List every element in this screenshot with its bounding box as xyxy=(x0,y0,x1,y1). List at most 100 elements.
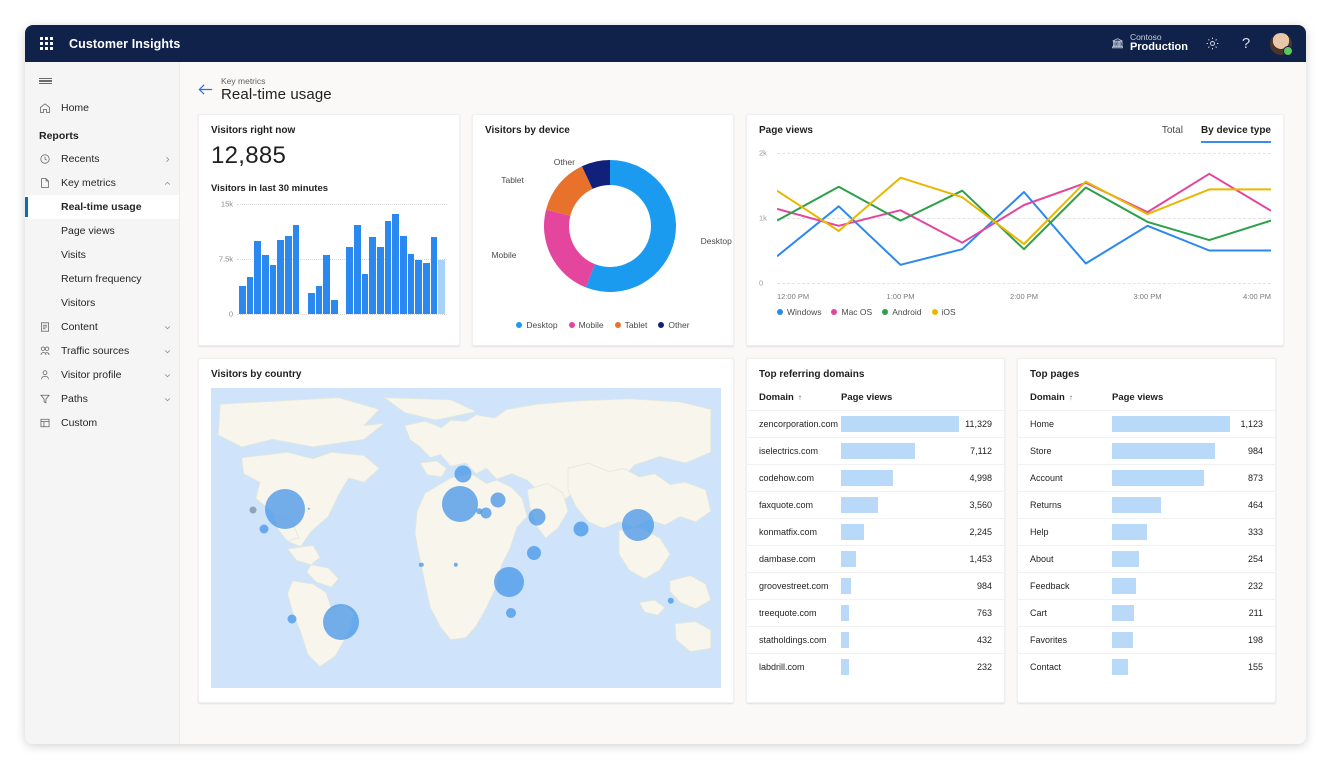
bar[interactable] xyxy=(285,236,292,314)
bar[interactable] xyxy=(262,255,269,314)
bar[interactable] xyxy=(407,253,415,314)
sidebar-item-custom[interactable]: Custom xyxy=(25,411,179,435)
column-header-domain[interactable]: Domain ↑ xyxy=(747,386,841,411)
gear-icon[interactable] xyxy=(1202,34,1222,54)
app-launcher-icon[interactable] xyxy=(33,31,59,57)
table-row[interactable]: Home 1,123 xyxy=(1018,410,1275,438)
bar[interactable] xyxy=(246,277,254,314)
sidebar-item-paths[interactable]: Paths xyxy=(25,387,179,411)
bar[interactable] xyxy=(415,260,423,314)
bar[interactable] xyxy=(438,260,446,314)
map-bubble[interactable] xyxy=(249,506,257,514)
help-icon[interactable]: ? xyxy=(1236,34,1256,54)
bar[interactable] xyxy=(254,240,262,314)
map-bubble[interactable] xyxy=(622,508,655,541)
table-row[interactable]: groovestreet.com 984 xyxy=(747,572,1004,600)
bar[interactable] xyxy=(354,225,361,314)
map-bubble[interactable] xyxy=(526,546,541,560)
map-bubble[interactable] xyxy=(454,465,472,483)
bar[interactable] xyxy=(323,254,331,314)
sidebar-item-real-time-usage[interactable]: Real-time usage xyxy=(25,195,179,219)
sidebar-item-home[interactable]: Home xyxy=(25,96,179,120)
sidebar-item-page-views[interactable]: Page views xyxy=(25,219,179,243)
table-row[interactable]: faxquote.com 3,560 xyxy=(747,491,1004,519)
bar[interactable] xyxy=(384,220,392,314)
bar[interactable] xyxy=(277,239,285,314)
tab-by-device-type[interactable]: By device type xyxy=(1200,125,1271,143)
map-bubble[interactable] xyxy=(322,604,359,640)
legend-item-ios[interactable]: iOS xyxy=(931,307,956,317)
bar[interactable] xyxy=(269,264,277,314)
table-row[interactable]: Help 333 xyxy=(1018,518,1275,546)
table-row[interactable]: iselectrics.com 7,112 xyxy=(747,437,1004,465)
map-bubble[interactable] xyxy=(441,485,478,522)
line-series-windows[interactable] xyxy=(777,192,1271,265)
map-bubble[interactable] xyxy=(573,521,589,537)
table-row[interactable]: Store 984 xyxy=(1018,437,1275,465)
map-bubble[interactable] xyxy=(505,608,516,618)
sidebar-item-visits[interactable]: Visits xyxy=(25,243,179,267)
legend-item-windows[interactable]: Windows xyxy=(777,307,821,317)
hamburger-menu-icon[interactable] xyxy=(25,66,179,96)
bar[interactable] xyxy=(346,246,354,314)
table-row[interactable]: zencorporation.com 11,329 xyxy=(747,410,1004,438)
sidebar-item-visitor-profile[interactable]: Visitor profile xyxy=(25,363,179,387)
table-row[interactable]: labdrill.com 232 xyxy=(747,653,1004,681)
bar[interactable] xyxy=(369,237,377,314)
user-avatar[interactable] xyxy=(1270,32,1293,56)
bar[interactable] xyxy=(308,292,315,314)
table-row[interactable]: dambase.com 1,453 xyxy=(747,545,1004,573)
legend-item-mac-os[interactable]: Mac OS xyxy=(831,307,872,317)
table-row[interactable]: Returns 464 xyxy=(1018,491,1275,519)
map-bubble[interactable] xyxy=(287,614,297,624)
bar[interactable] xyxy=(377,247,384,314)
map-bubble[interactable] xyxy=(490,492,506,508)
table-row[interactable]: codehow.com 4,998 xyxy=(747,464,1004,492)
line-series-mac-os[interactable] xyxy=(777,174,1271,243)
table-row[interactable]: Favorites 198 xyxy=(1018,626,1275,654)
bar[interactable] xyxy=(239,286,246,314)
table-row[interactable]: About 254 xyxy=(1018,545,1275,573)
legend-item-other[interactable]: Other xyxy=(658,320,690,330)
table-row[interactable]: Contact 155 xyxy=(1018,653,1275,681)
column-header-domain[interactable]: Domain ↑ xyxy=(1018,386,1112,411)
sidebar-item-traffic-sources[interactable]: Traffic sources xyxy=(25,339,179,363)
donut-slice-mobile[interactable] xyxy=(544,209,595,288)
sidebar-item-recents[interactable]: Recents xyxy=(25,147,179,171)
legend-item-android[interactable]: Android xyxy=(882,307,922,317)
table-row[interactable]: treequote.com 763 xyxy=(747,599,1004,627)
map-bubble[interactable] xyxy=(259,524,269,534)
map-bubble[interactable] xyxy=(480,507,492,518)
legend-item-mobile[interactable]: Mobile xyxy=(568,320,604,330)
back-arrow-icon[interactable] xyxy=(198,83,213,96)
table-row[interactable]: Account 873 xyxy=(1018,464,1275,492)
table-row[interactable]: konmatfix.com 2,245 xyxy=(747,518,1004,546)
world-map[interactable] xyxy=(211,388,721,688)
table-row[interactable]: statholdings.com 432 xyxy=(747,626,1004,654)
map-bubble[interactable] xyxy=(476,508,483,514)
environment-selector[interactable]: Contoso Production xyxy=(1111,33,1188,53)
bar[interactable] xyxy=(423,262,430,314)
table-row[interactable]: Feedback 232 xyxy=(1018,572,1275,600)
bar[interactable] xyxy=(292,224,300,314)
sidebar-item-content[interactable]: Content xyxy=(25,315,179,339)
map-bubble[interactable] xyxy=(528,508,546,526)
tab-total[interactable]: Total xyxy=(1162,125,1183,143)
column-header-page-views[interactable]: Page views xyxy=(841,386,1004,411)
sidebar-item-visitors[interactable]: Visitors xyxy=(25,291,179,315)
column-header-page-views[interactable]: Page views xyxy=(1112,386,1275,411)
table-row[interactable]: Cart 211 xyxy=(1018,599,1275,627)
bar[interactable] xyxy=(315,286,323,314)
bar[interactable] xyxy=(400,236,407,314)
bar[interactable] xyxy=(430,237,438,314)
map-bubble[interactable] xyxy=(264,488,305,529)
bar[interactable] xyxy=(331,300,338,314)
sidebar-item-key-metrics[interactable]: Key metrics xyxy=(25,171,179,195)
bar[interactable] xyxy=(361,273,369,314)
map-bubble[interactable] xyxy=(494,566,525,597)
sidebar-item-return-frequency[interactable]: Return frequency xyxy=(25,267,179,291)
line-series-ios[interactable] xyxy=(777,178,1271,244)
legend-item-tablet[interactable]: Tablet xyxy=(614,320,647,330)
legend-item-desktop[interactable]: Desktop xyxy=(516,320,558,330)
breadcrumb[interactable]: Key metrics xyxy=(221,74,332,86)
